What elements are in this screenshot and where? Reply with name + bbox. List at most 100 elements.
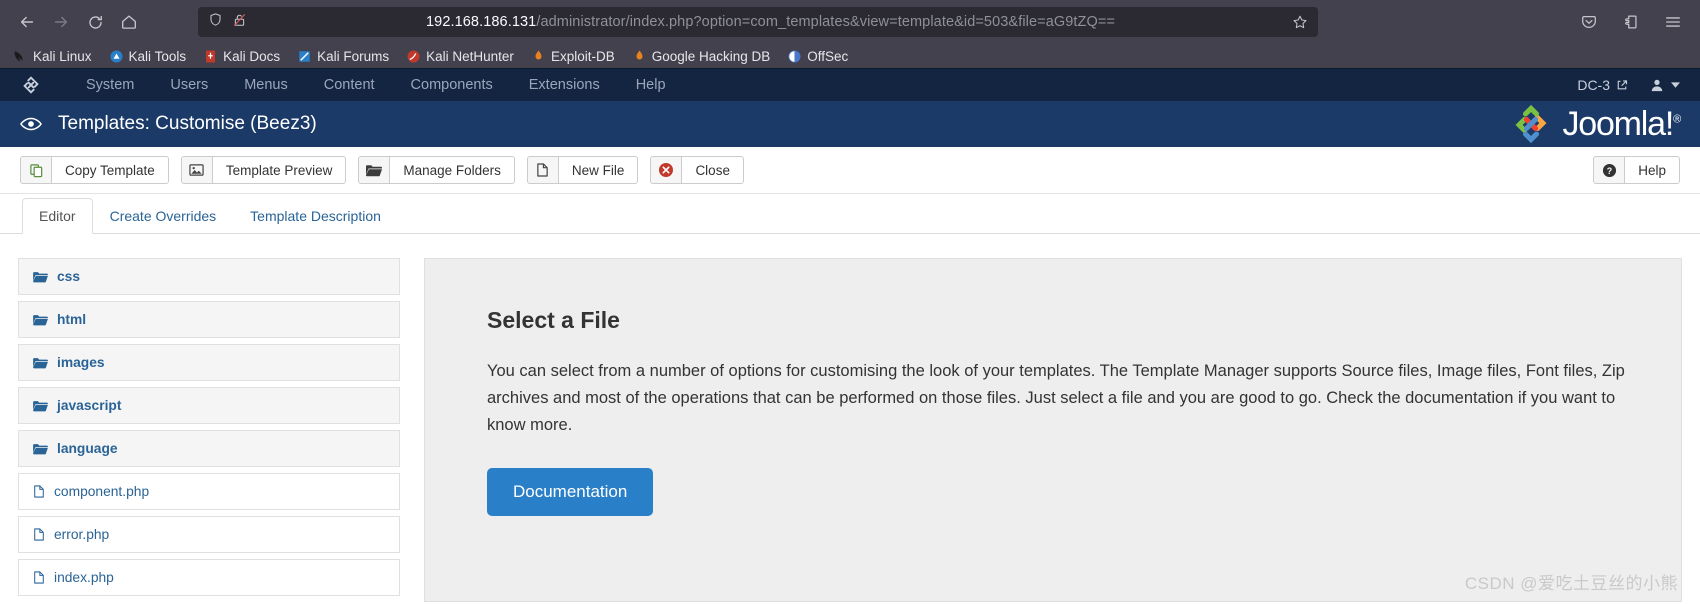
kali-tools-icon (110, 50, 123, 62)
bookmark-exploit-db[interactable]: Exploit-DB (524, 47, 622, 66)
tab-editor[interactable]: Editor (22, 198, 93, 234)
tab-template-description[interactable]: Template Description (233, 198, 398, 234)
image-icon (180, 156, 212, 184)
manage-folders-button[interactable]: Manage Folders (358, 156, 515, 184)
url-text[interactable]: 192.168.186.131/administrator/index.php?… (257, 14, 1284, 30)
file-icon (33, 570, 45, 585)
forward-arrow-icon[interactable] (44, 5, 78, 39)
documentation-button[interactable]: Documentation (487, 467, 654, 516)
file-icon (33, 527, 45, 542)
joomla-admin-bar: System Users Menus Content Components Ex… (0, 68, 1700, 101)
url-bar[interactable]: 192.168.186.131/administrator/index.php?… (198, 7, 1318, 37)
file-name: error.php (54, 527, 110, 542)
joomla-mark-icon (1515, 104, 1547, 144)
user-menu[interactable] (1650, 78, 1680, 92)
reload-icon[interactable] (78, 5, 112, 39)
admin-menu-item-system[interactable]: System (68, 69, 152, 102)
bookmark-label: OffSec (807, 48, 849, 64)
page-title: Templates: Customise (Beez3) (58, 113, 317, 134)
bookmark-label: Kali Docs (223, 48, 281, 64)
admin-menu-item-content[interactable]: Content (306, 69, 393, 102)
file-name: javascript (57, 398, 122, 413)
new-file-label: New File (557, 156, 639, 184)
file-tree-folder-images[interactable]: images (18, 344, 400, 381)
urlbar-icon-group (208, 12, 247, 33)
kali-docs-icon (206, 50, 216, 62)
help-button[interactable]: ? Help (1593, 156, 1680, 184)
menu-icon[interactable] (1656, 5, 1690, 39)
joomla-wordmark: Joomla!® (1562, 105, 1681, 144)
file-tree-folder-language[interactable]: language (18, 430, 400, 467)
copy-template-button[interactable]: Copy Template (20, 156, 169, 184)
bookmark-kali-forums[interactable]: Kali Forums (290, 47, 396, 66)
bookmark-label: Kali Linux (33, 48, 92, 64)
panel-body-text: You can select from a number of options … (487, 362, 1625, 435)
home-icon[interactable] (112, 5, 146, 39)
file-name: images (57, 355, 105, 370)
copy-template-label: Copy Template (51, 156, 169, 184)
close-circle-icon (650, 156, 682, 184)
admin-menu-item-menus[interactable]: Menus (226, 69, 306, 102)
back-arrow-icon[interactable] (10, 5, 44, 39)
bookmark-label: Kali Tools (128, 48, 187, 64)
url-host: 192.168.186.131 (425, 14, 537, 30)
toolbar-right-group: ? Help (1593, 156, 1680, 184)
close-button[interactable]: Close (650, 156, 744, 184)
admin-menu-item-help[interactable]: Help (618, 69, 684, 102)
tab-create-overrides[interactable]: Create Overrides (93, 198, 234, 234)
file-icon (526, 156, 558, 184)
bookmark-label: Kali Forums (317, 48, 390, 64)
file-name: component.php (54, 484, 150, 499)
select-file-panel: Select a File You can select from a numb… (424, 258, 1682, 602)
extensions-icon[interactable] (1614, 5, 1648, 39)
admin-main-menu: System Users Menus Content Components Ex… (68, 69, 684, 102)
browser-chrome: 192.168.186.131/administrator/index.php?… (0, 0, 1700, 68)
site-preview-link[interactable]: DC-3 (1577, 77, 1628, 93)
folder-icon (33, 400, 48, 412)
tab-bar: Editor Create Overrides Template Descrip… (0, 194, 1700, 234)
bookmark-kali-linux[interactable]: Kali Linux (6, 47, 99, 66)
bookmark-kali-docs[interactable]: Kali Docs (196, 47, 287, 66)
file-tree-file-component-php[interactable]: component.php (18, 473, 400, 510)
joomla-logo-icon[interactable] (20, 74, 42, 96)
offsec-icon (788, 50, 801, 62)
admin-menu-item-extensions[interactable]: Extensions (511, 69, 618, 102)
bookmark-label: Exploit-DB (550, 48, 615, 64)
lock-broken-icon[interactable] (232, 12, 247, 33)
user-avatar-icon (1651, 79, 1663, 92)
question-circle-icon: ? (1593, 156, 1625, 184)
watermark: CSDN @爱吃土豆丝的小熊 (1464, 574, 1678, 593)
bookmark-star-icon[interactable] (1292, 14, 1308, 30)
folder-icon (33, 443, 48, 455)
site-name-label: DC-3 (1577, 77, 1610, 93)
admin-bar-right: DC-3 (1577, 77, 1680, 93)
file-tree-folder-css[interactable]: css (18, 258, 400, 295)
file-icon (33, 484, 45, 499)
folder-icon (358, 156, 390, 184)
action-toolbar: Copy Template Template Preview Manage Fo… (0, 147, 1700, 194)
admin-menu-item-components[interactable]: Components (393, 69, 511, 102)
bookmark-kali-nethunter[interactable]: Kali NetHunter (399, 47, 521, 66)
template-preview-button[interactable]: Template Preview (180, 156, 347, 184)
bookmark-offsec[interactable]: OffSec (780, 47, 855, 66)
file-tree-folder-html[interactable]: html (18, 301, 400, 338)
admin-menu-item-users[interactable]: Users (152, 69, 226, 102)
file-name: index.php (54, 570, 114, 585)
bookmark-label: Google Hacking DB (651, 48, 771, 64)
bookmark-google-hacking-db[interactable]: Google Hacking DB (625, 47, 778, 66)
google-hacking-db-icon (636, 50, 643, 59)
file-tree-folder-javascript[interactable]: javascript (18, 387, 400, 424)
kali-dragon-icon (14, 50, 23, 62)
shield-icon[interactable] (208, 12, 223, 32)
file-tree-file-index-php[interactable]: index.php (18, 559, 400, 596)
bookmarks-bar: Kali Linux Kali Tools Kali Docs Kali For… (0, 44, 1700, 68)
folder-icon (33, 271, 48, 283)
external-link-icon (1617, 80, 1628, 90)
manage-folders-label: Manage Folders (389, 156, 515, 184)
file-tree-file-error-php[interactable]: error.php (18, 516, 400, 553)
bookmark-label: Kali NetHunter (426, 48, 514, 64)
file-name: html (57, 312, 87, 327)
pocket-icon[interactable] (1572, 5, 1606, 39)
new-file-button[interactable]: New File (526, 156, 639, 184)
bookmark-kali-tools[interactable]: Kali Tools (102, 47, 194, 66)
